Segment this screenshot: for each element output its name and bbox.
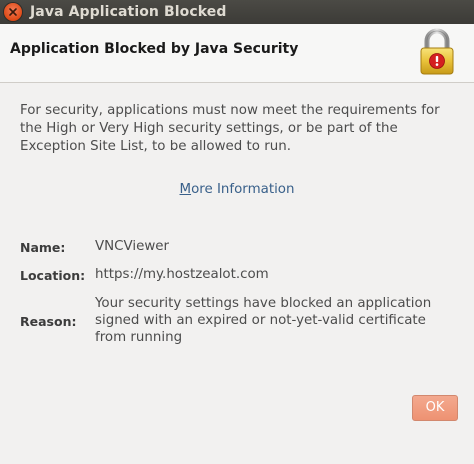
title-bar[interactable]: Java Application Blocked bbox=[0, 0, 474, 24]
more-information-link-row: More Information bbox=[0, 182, 474, 197]
dialog-window: Java Application Blocked Application Blo… bbox=[0, 0, 474, 464]
more-information-link[interactable]: More Information bbox=[180, 182, 295, 197]
location-label: Location: bbox=[20, 268, 86, 283]
close-icon bbox=[9, 8, 17, 16]
header-title: Application Blocked by Java Security bbox=[10, 41, 299, 57]
mnemonic-letter: M bbox=[179, 182, 192, 197]
name-value: VNCViewer bbox=[95, 239, 170, 254]
padlock-warning-icon bbox=[420, 28, 454, 75]
header-divider bbox=[0, 82, 474, 83]
reason-label: Reason: bbox=[20, 314, 77, 329]
window-title: Java Application Blocked bbox=[30, 4, 227, 20]
location-value: https://my.hostzealot.com bbox=[95, 267, 269, 282]
dialog-header: Application Blocked by Java Security bbox=[0, 24, 474, 82]
security-message: For security, applications must now meet… bbox=[20, 103, 440, 154]
reason-value: Your security settings have blocked an a… bbox=[95, 296, 432, 345]
ok-button[interactable]: OK bbox=[412, 395, 458, 421]
name-label: Name: bbox=[20, 240, 66, 255]
link-text: ore Information bbox=[191, 182, 295, 197]
close-window-button[interactable] bbox=[4, 3, 22, 21]
